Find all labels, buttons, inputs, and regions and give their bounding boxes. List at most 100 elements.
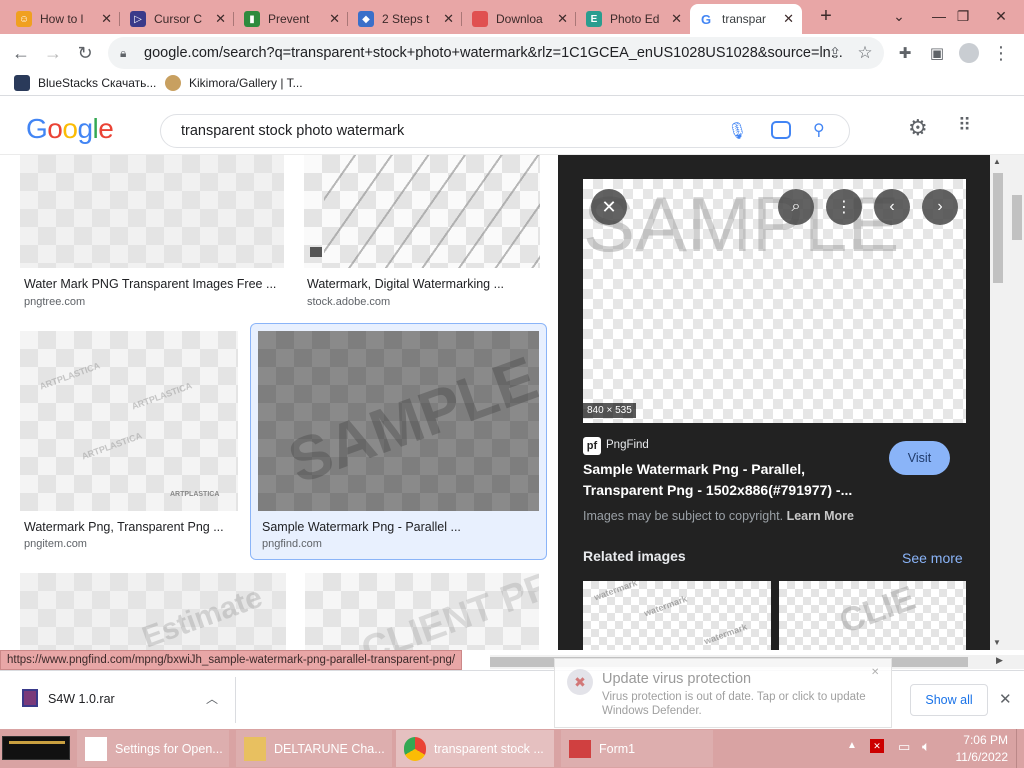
visit-button[interactable]: Visit [889,441,950,475]
vertical-scrollbar[interactable]: ▲ ▼ [990,155,1024,650]
site-name[interactable]: PngFind [606,439,649,451]
volume-icon[interactable]: 🔈︎ [922,738,930,755]
share-icon[interactable]: ⇪ [820,38,850,68]
result-image[interactable]: SAMPLE [258,331,539,511]
scroll-right-arrow-icon[interactable]: ▶ [996,655,1003,666]
taskbar-item-chrome[interactable]: transparent stock ... [396,730,554,767]
tab-2-steps[interactable]: ◆ 2 Steps t ✕ [350,4,462,34]
google-logo[interactable]: Google [26,113,114,145]
result-title[interactable]: Water Mark PNG Transparent Images Free .… [24,277,276,291]
search-icon[interactable]: ⚲ [813,120,825,140]
lock-icon: 🔒︎ [120,46,127,60]
watermark-text: watermark [642,593,689,619]
close-tab-icon[interactable]: ✕ [101,11,112,27]
related-image[interactable]: watermark watermark watermark [583,581,771,650]
toast-title: Update virus protection [602,671,752,687]
preview-image[interactable]: SAMPLE 840 × 535 [583,179,966,423]
previous-image-icon[interactable]: ‹ [874,189,910,225]
selected-result-card[interactable]: SAMPLE Sample Watermark Png - Parallel .… [250,323,547,560]
result-image[interactable]: CLIENT PROOF [305,573,539,650]
bookmark-star-icon[interactable]: ☆ [850,38,880,68]
rar-archive-icon [22,689,38,707]
related-image[interactable]: CLIE [779,581,966,650]
learn-more-link[interactable]: Learn More [787,509,854,523]
tab-cursor[interactable]: ▷ Cursor C ✕ [122,4,234,34]
tab-title: transpar [722,12,767,26]
result-title[interactable]: Sample Watermark Png - Parallel ... [262,520,461,534]
tray-expand-icon[interactable]: ▲ [847,740,857,751]
image-dimensions: 840 × 535 [583,403,636,418]
see-more-link[interactable]: See more [902,550,963,566]
page-scrollbar-thumb[interactable] [1012,195,1022,240]
lens-search-icon[interactable]: ⌕ [778,189,814,225]
bookmark-label: Kikimora/Gallery | T... [189,76,303,90]
tab-how-to[interactable]: ☺ How to l ✕ [8,4,120,34]
back-arrow-icon[interactable]: ← [6,38,36,68]
close-window-button[interactable]: ✕ [978,0,1024,32]
camera-lens-icon[interactable] [771,121,791,139]
scrollbar-thumb[interactable] [993,173,1003,283]
close-tab-icon[interactable]: ✕ [671,11,682,27]
bookmark-bluestacks[interactable]: BlueStacks Скачать... [14,75,156,91]
result-image[interactable]: Estimate [20,573,286,650]
result-source[interactable]: pngfind.com [262,538,322,550]
tab-title: Photo Ed [610,12,660,26]
close-tab-icon[interactable]: ✕ [443,11,454,27]
cursor-arrow-icon: ▷ [130,11,146,27]
close-tab-icon[interactable]: ✕ [783,11,794,27]
result-image[interactable]: ARTPLASTICA ARTPLASTICA ARTPLASTICA ARTP… [20,331,238,511]
search-input[interactable]: transparent stock photo watermark 🎙︎ ⚲ [160,114,850,148]
more-options-icon[interactable]: ⋮ [826,189,862,225]
reload-icon[interactable]: ↻ [70,38,100,68]
new-tab-button[interactable]: + [803,0,849,32]
forward-arrow-icon[interactable]: → [38,38,68,68]
show-desktop-button[interactable] [1016,729,1024,768]
tab-download[interactable]: Downloa ✕ [464,4,576,34]
result-image[interactable] [304,155,540,268]
scroll-up-arrow-icon[interactable]: ▲ [993,157,1001,166]
extensions-puzzle-icon[interactable]: ✚ [890,38,920,68]
clock-time[interactable]: 7:06 PM [952,733,1008,747]
side-panel-icon[interactable]: ▣ [922,38,952,68]
next-image-icon[interactable]: › [922,189,958,225]
bluestacks-icon [14,75,30,91]
tab-prevent[interactable]: ▮ Prevent ✕ [236,4,348,34]
result-source[interactable]: pngitem.com [24,538,87,550]
network-icon[interactable]: ▭ [898,739,910,755]
taskbar-item-deltarune[interactable]: DELTARUNE Cha... [236,730,392,767]
preview-title-line2[interactable]: Transparent Png - 1502x886(#791977) -... [583,482,852,498]
profile-avatar-icon[interactable] [954,38,984,68]
close-tab-icon[interactable]: ✕ [557,11,568,27]
clock-date[interactable]: 11/6/2022 [952,750,1009,764]
show-all-button[interactable]: Show all [910,684,988,716]
address-bar[interactable]: 🔒︎ google.com/search?q=transparent+stock… [108,37,884,69]
preview-title-line1[interactable]: Sample Watermark Png - Parallel, [583,461,805,477]
taskbar-item-form1[interactable]: Form1 [561,730,713,767]
result-source[interactable]: pngtree.com [24,296,85,308]
result-title[interactable]: Watermark, Digital Watermarking ... [307,277,504,291]
document-icon [85,736,107,761]
close-downloads-icon[interactable]: ✕ [999,690,1012,708]
close-tab-icon[interactable]: ✕ [215,11,226,27]
bookmark-kikimora[interactable]: Kikimora/Gallery | T... [165,75,303,91]
chevron-up-icon[interactable]: ︿ [206,690,218,707]
form-app-icon [569,739,591,758]
chrome-menu-icon[interactable]: ⋮ [986,38,1016,68]
download-item[interactable]: S4W 1.0.rar ︿ [0,677,236,723]
start-button-thumbnail[interactable] [2,736,70,760]
result-image[interactable] [20,155,284,268]
close-tab-icon[interactable]: ✕ [329,11,340,27]
flag-alert-icon[interactable]: ✕ [870,739,884,753]
windows-notification-toast[interactable]: ✖ Update virus protection Virus protecti… [554,658,892,728]
close-preview-button[interactable]: ✕ [591,189,627,225]
result-title[interactable]: Watermark Png, Transparent Png ... [24,520,224,534]
scroll-down-arrow-icon[interactable]: ▼ [993,638,1001,647]
microphone-icon[interactable]: 🎙︎ [727,121,747,141]
close-toast-icon[interactable]: ✕ [871,667,879,678]
tab-photo-editor[interactable]: E Photo Ed ✕ [578,4,690,34]
taskbar-item-settings[interactable]: Settings for Open... [77,730,229,767]
apps-grid-icon[interactable]: ⠿ [958,115,971,136]
result-source[interactable]: stock.adobe.com [307,296,390,308]
settings-gear-icon[interactable]: ⚙ [908,115,928,141]
tab-google-search[interactable]: G transpar ✕ [690,4,802,34]
